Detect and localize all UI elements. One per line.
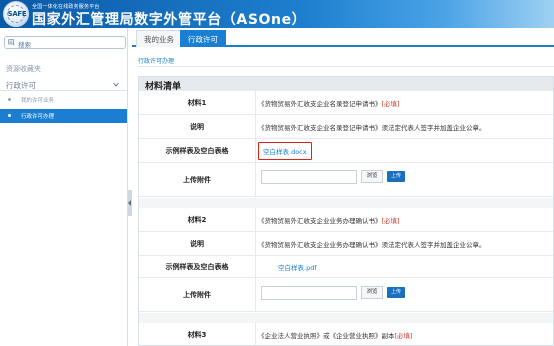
favorites-title: 资源收藏夹	[6, 65, 41, 73]
search-label: 搜索	[18, 41, 31, 49]
sample-template-link[interactable]: 空白样表.pdf	[258, 262, 317, 272]
sample-template-link[interactable]: 空白样表.docx	[258, 141, 312, 160]
table-row: 说明 《货物贸易外汇收支企业名录登记申请书》须法定代表人签字并加盖企业公章。	[139, 115, 553, 139]
sidebar-item-label: 我的许可业务	[21, 98, 55, 104]
upload-key: 上传附件	[183, 290, 211, 299]
app-header: SAFE 全国一体化在线政务服务平台 国家外汇管理局数字外管平台（ASOne）	[0, 0, 554, 28]
file-path-input[interactable]	[261, 286, 357, 300]
upload-button[interactable]: 上传	[387, 171, 405, 182]
sample-key: 示例样表及空白表格	[165, 262, 229, 271]
sidebar-item-license-processing[interactable]: 行政许可办理	[0, 109, 127, 123]
material-value: 《货物贸易外汇收支企业名录登记申请书》 [必填]	[258, 91, 553, 114]
material-key: 材料3	[187, 331, 207, 339]
sidebar-search[interactable]: 搜索	[4, 36, 126, 49]
upload-button[interactable]: 上传	[387, 287, 405, 298]
tab-admin-license[interactable]: 行政许可	[180, 30, 226, 47]
table-row: 上传附件 浏览 上传	[139, 163, 553, 197]
material-name: 《货物贸易外汇收支企业业务办理确认书》	[258, 216, 382, 225]
group-divider	[139, 313, 553, 323]
search-icon	[8, 39, 15, 46]
menu-group-label: 行政许可	[6, 81, 36, 90]
table-row: 说明 《货物贸易外汇收支企业业务办理确认书》须法定代表人签字并加盖企业公章。	[139, 232, 553, 256]
divider	[138, 66, 554, 67]
material-value: 《企业法人营业执照》或《企业营业执照》副本 [必填]	[258, 323, 553, 346]
browse-button[interactable]: 浏览	[361, 286, 383, 299]
table-row: 材料1 《货物贸易外汇收支企业名录登记申请书》 [必填]	[139, 91, 553, 115]
file-path-input[interactable]	[261, 170, 357, 184]
table-row: 材料2 《货物贸易外汇收支企业业务办理确认书》 [必填]	[139, 208, 553, 232]
safe-logo: SAFE	[3, 1, 29, 27]
bullet-icon	[8, 98, 11, 101]
sample-value: 空白样表.docx	[258, 139, 553, 162]
material-key: 材料2	[187, 215, 207, 224]
required-badge: [必填]	[381, 216, 400, 225]
desc-value: 《货物贸易外汇收支企业业务办理确认书》须法定代表人签字并加盖企业公章。	[258, 240, 486, 249]
materials-panel: 材料清单 材料1 《货物贸易外汇收支企业名录登记申请书》 [必填] 说明 《货物…	[138, 76, 554, 346]
browse-button[interactable]: 浏览	[361, 170, 383, 183]
chevron-down-icon	[113, 82, 119, 87]
tab-my-business[interactable]: 我的业务	[136, 30, 182, 47]
panel-title-bar: 材料清单	[139, 77, 553, 92]
material-key: 材料1	[187, 98, 207, 107]
desc-key: 说明	[190, 122, 204, 131]
desc-value: 《货物贸易外汇收支企业名录登记申请书》须法定代表人签字并加盖企业公章。	[258, 123, 486, 132]
upload-key: 上传附件	[183, 175, 211, 184]
table-row: 上传附件 浏览 上传	[139, 278, 553, 312]
required-badge: [必填]	[394, 332, 413, 340]
collapse-arrow-icon	[128, 200, 131, 206]
menu-group-admin-license[interactable]: 行政许可	[0, 78, 127, 91]
tab-bar: 我的业务 行政许可	[132, 28, 554, 47]
sample-key: 示例样表及空白表格	[165, 146, 229, 155]
material-name: 《货物贸易外汇收支企业名录登记申请书》	[258, 99, 382, 108]
breadcrumb[interactable]: 行政许可办理	[138, 56, 174, 65]
material-name: 《企业法人营业执照》或《企业营业执照》副本	[258, 332, 395, 340]
sample-value: 空白样表.pdf	[258, 256, 553, 277]
table-row: 材料3 《企业法人营业执照》或《企业营业执照》副本 [必填]	[139, 323, 553, 346]
app-title: 国家外汇管理局数字外管平台（ASOne）	[32, 12, 307, 28]
material-value: 《货物贸易外汇收支企业业务办理确认书》 [必填]	[258, 208, 553, 231]
sidebar-item-label: 行政许可办理	[21, 114, 55, 120]
logo-text: SAFE	[7, 10, 27, 18]
table-row: 示例样表及空白表格 空白样表.docx	[139, 139, 553, 163]
desc-key: 说明	[190, 239, 204, 248]
group-divider	[139, 198, 553, 208]
sidebar-collapse-handle[interactable]	[128, 190, 132, 216]
table-row: 示例样表及空白表格 空白样表.pdf	[139, 256, 553, 278]
bullet-icon	[8, 114, 11, 117]
required-badge: [必填]	[381, 99, 400, 108]
sidebar: 搜索 资源收藏夹 行政许可 我的许可业务 行政许可办理	[0, 28, 128, 346]
sidebar-item-my-license[interactable]: 我的许可业务	[0, 93, 127, 107]
